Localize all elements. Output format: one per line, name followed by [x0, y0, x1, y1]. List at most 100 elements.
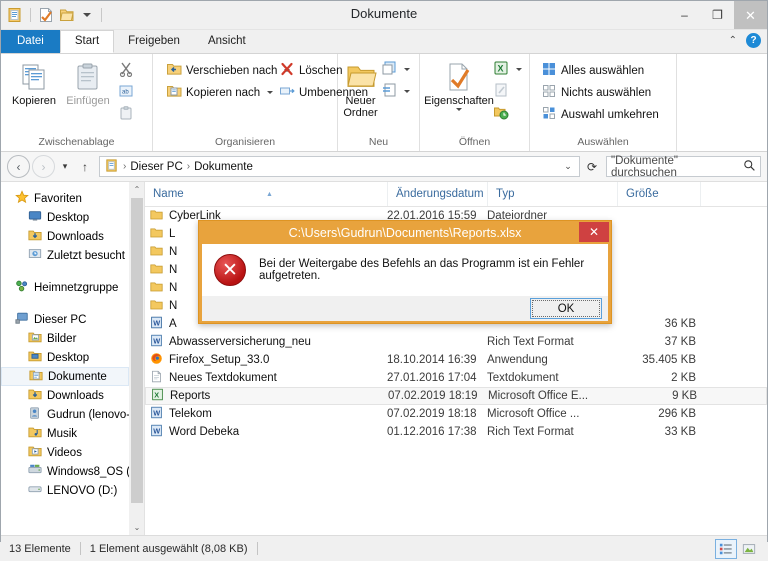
breadcrumb-item-1[interactable]: Dokumente — [192, 161, 255, 173]
sidebar-label-homegroup: Heimnetzgruppe — [34, 281, 119, 294]
file-name: N — [169, 246, 178, 258]
nav-scroll-up-icon[interactable]: ⌃ — [130, 182, 144, 197]
file-name: Word Debeka — [169, 426, 240, 438]
sidebar-label-videos: Videos — [47, 446, 82, 459]
breadcrumb-sep-0: › — [123, 161, 127, 172]
navigation-pane: Favoriten Desktop Downloads Zuletzt besu… — [1, 182, 129, 535]
select-all-button[interactable]: Alles auswählen — [538, 60, 662, 81]
table-row[interactable]: W Telekom 07.02.2019 18:18 Microsoft Off… — [145, 405, 767, 423]
tab-start[interactable]: Start — [59, 30, 115, 53]
properties-button[interactable]: Eigenschaften — [424, 58, 494, 111]
paste-button[interactable]: Einfügen — [61, 58, 115, 107]
properties-caret-icon[interactable] — [456, 108, 462, 111]
new-folder-label: Neuer Ordner — [343, 95, 378, 119]
copy-to-button[interactable]: Kopieren nach — [163, 82, 274, 103]
nav-scroll-down-icon[interactable]: ⌄ — [130, 520, 144, 535]
thumbnail-view-button[interactable] — [739, 540, 759, 558]
file-size: 2 KB — [671, 372, 696, 384]
sidebar-item-musik[interactable]: Musik — [1, 424, 129, 443]
edit-button[interactable] — [490, 81, 525, 102]
open-with-caret-icon[interactable] — [516, 68, 522, 71]
file-name: A — [169, 318, 177, 330]
new-folder-button[interactable]: Neuer Ordner — [343, 58, 378, 119]
sidebar-item-recent[interactable]: Zuletzt besucht — [1, 246, 129, 265]
sidebar-item-desktop[interactable]: Desktop — [1, 208, 129, 227]
collapse-ribbon-icon[interactable]: ⌃ — [729, 35, 737, 46]
sidebar-item-dokumente[interactable]: Dokumente — [1, 367, 129, 386]
invert-selection-button[interactable]: Auswahl umkehren — [538, 104, 662, 125]
move-to-button[interactable]: Verschieben nach — [163, 60, 291, 81]
window-controls: – ❐ ✕ — [668, 1, 767, 29]
breadcrumb-item-0[interactable]: Dieser PC — [128, 161, 184, 173]
table-row[interactable]: Firefox_Setup_33.0 18.10.2014 16:39 Anwe… — [145, 351, 767, 369]
copy-button[interactable]: Kopieren — [7, 58, 61, 107]
history-button[interactable] — [490, 103, 525, 124]
file-date: 27.01.2016 17:04 — [387, 372, 477, 384]
sidebar-item-desktop-pc[interactable]: Desktop — [1, 348, 129, 367]
breadcrumb[interactable]: › Dieser PC › Dokumente ⌄ — [99, 156, 580, 177]
search-box[interactable]: "Dokumente" durchsuchen — [606, 155, 761, 179]
dialog-close-button[interactable]: ✕ — [579, 222, 609, 242]
ok-button[interactable]: OK — [530, 298, 602, 319]
open-with-button[interactable]: X — [490, 59, 525, 80]
sidebar-item-videos[interactable]: Videos — [1, 443, 129, 462]
new-item-button[interactable] — [378, 59, 413, 80]
sidebar-group-homegroup[interactable]: Heimnetzgruppe — [1, 278, 129, 297]
column-header-size[interactable]: Größe — [617, 182, 700, 206]
tab-ansicht[interactable]: Ansicht — [194, 30, 260, 53]
navigation-scrollbar[interactable]: ⌃ ⌄ — [129, 182, 144, 535]
homegroup-icon — [15, 279, 29, 296]
cut-button[interactable] — [115, 60, 137, 81]
table-row[interactable]: Neues Textdokument 27.01.2016 17:04 Text… — [145, 369, 767, 387]
recent-places-icon — [28, 247, 42, 264]
text-icon — [150, 370, 163, 386]
music-folder-icon — [28, 425, 42, 442]
ribbon-group-new: Neuer Ordner Neu — [338, 54, 420, 151]
recent-locations-button[interactable]: ▾ — [57, 156, 73, 177]
column-header-name[interactable]: Name ▲ — [145, 182, 387, 206]
sidebar-item-lenovo-d[interactable]: LENOVO (D:) — [1, 481, 129, 500]
sidebar-label-gudrun: Gudrun (lenovo- — [47, 408, 129, 421]
clipboard-small-commands: ab — [115, 58, 137, 125]
this-pc-icon — [15, 311, 29, 328]
sidebar-item-gudrun[interactable]: Gudrun (lenovo- — [1, 405, 129, 424]
sidebar-item-downloads-pc[interactable]: Downloads — [1, 386, 129, 405]
sidebar-label-dokumente: Dokumente — [48, 370, 107, 383]
move-to-label: Verschieben nach — [186, 64, 278, 77]
up-button[interactable]: ↑ — [75, 156, 95, 177]
copy-path-icon: ab — [118, 83, 134, 102]
copy-to-icon — [166, 83, 182, 102]
close-button[interactable]: ✕ — [734, 1, 767, 29]
table-row-selected[interactable]: X Reports 07.02.2019 18:19 Microsoft Off… — [145, 387, 767, 405]
copy-path-button[interactable]: ab — [115, 82, 137, 103]
column-header-date[interactable]: Änderungsdatum — [387, 182, 487, 206]
file-size: 33 KB — [664, 426, 696, 438]
maximize-button[interactable]: ❐ — [701, 1, 734, 29]
column-header-type[interactable]: Typ — [487, 182, 617, 206]
help-icon[interactable]: ? — [746, 33, 761, 48]
refresh-button[interactable]: ⟳ — [582, 156, 602, 177]
sidebar-item-windows8os[interactable]: Windows8_OS (C — [1, 462, 129, 481]
sidebar-group-this-pc[interactable]: Dieser PC — [1, 310, 129, 329]
back-button[interactable]: ‹ — [7, 155, 30, 178]
sidebar-group-favoriten[interactable]: Favoriten — [1, 189, 129, 208]
new-item-caret-icon[interactable] — [404, 68, 410, 71]
table-row[interactable]: W Word Debeka 01.12.2016 17:38 Rich Text… — [145, 423, 767, 441]
tab-datei[interactable]: Datei — [1, 30, 60, 53]
paste-shortcut-button[interactable] — [115, 104, 137, 125]
file-name: Telekom — [169, 408, 212, 420]
minimize-button[interactable]: – — [668, 1, 701, 29]
breadcrumb-dropdown-icon[interactable]: ⌄ — [560, 161, 576, 172]
select-none-button[interactable]: Nichts auswählen — [538, 82, 662, 103]
sidebar-item-downloads[interactable]: Downloads — [1, 227, 129, 246]
forward-button[interactable]: › — [32, 155, 55, 178]
window-title: Dokumente — [350, 6, 418, 21]
nav-scroll-thumb[interactable] — [131, 198, 143, 503]
copy-to-caret-icon[interactable] — [267, 91, 274, 94]
table-row[interactable]: W Abwasserversicherung_neu Rich Text For… — [145, 333, 767, 351]
search-input[interactable]: "Dokumente" durchsuchen — [611, 155, 743, 179]
sidebar-item-bilder[interactable]: Bilder — [1, 329, 129, 348]
easy-access-button[interactable] — [378, 81, 413, 102]
tab-freigeben[interactable]: Freigeben — [114, 30, 194, 53]
easy-access-caret-icon[interactable] — [404, 90, 410, 93]
